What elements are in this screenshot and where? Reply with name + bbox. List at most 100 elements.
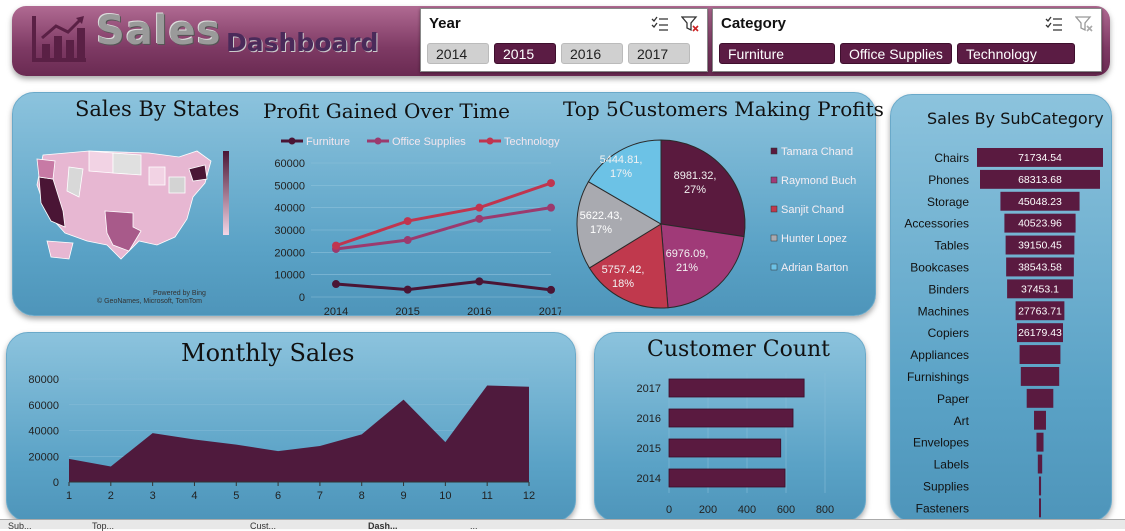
data-point[interactable] bbox=[547, 285, 555, 294]
data-point[interactable] bbox=[403, 236, 412, 245]
subcat-bar[interactable] bbox=[1039, 498, 1041, 518]
y-tick-label: 60000 bbox=[274, 158, 305, 170]
clear-filter-icon[interactable] bbox=[681, 15, 699, 33]
y-tick-label: 80000 bbox=[28, 374, 59, 386]
multi-select-icon[interactable] bbox=[651, 15, 669, 33]
x-tick-label: 1 bbox=[66, 490, 72, 502]
subcat-bar[interactable] bbox=[1020, 367, 1060, 386]
x-tick-label: 800 bbox=[816, 504, 834, 516]
clear-filter-icon[interactable] bbox=[1075, 15, 1093, 33]
x-tick-label: 10 bbox=[439, 490, 451, 502]
year-slicer-title: Year bbox=[429, 15, 461, 32]
subcat-bar-chart[interactable]: Chairs 71734.54 Phones 68313.68 Storage 45048… bbox=[891, 147, 1113, 519]
data-point[interactable] bbox=[547, 179, 555, 188]
slice-value-label: 5444.81, bbox=[600, 154, 643, 166]
y-tick-label: 2016 bbox=[637, 413, 661, 425]
count-bar[interactable] bbox=[668, 468, 786, 488]
slice-pct-label: 27% bbox=[684, 184, 706, 196]
legend-label: Furniture bbox=[306, 136, 350, 148]
data-point[interactable] bbox=[403, 217, 412, 226]
legend-marker bbox=[288, 137, 296, 145]
data-point[interactable] bbox=[403, 285, 412, 294]
series-line bbox=[335, 279, 552, 292]
customer-count-bar-chart[interactable]: 0 200 400 600 800 2017 2016 2015 2014 bbox=[595, 367, 865, 521]
subcat-bar[interactable] bbox=[1037, 454, 1043, 474]
us-state-map[interactable] bbox=[29, 141, 229, 301]
category-label: Envelopes bbox=[913, 436, 969, 450]
dashboard-title: Sales bbox=[96, 8, 222, 54]
top-panel: Sales By States Profit Gained Over Time … bbox=[12, 92, 884, 316]
slicer-item[interactable]: Office Supplies bbox=[840, 43, 952, 64]
count-bar[interactable] bbox=[668, 378, 805, 398]
data-point[interactable] bbox=[332, 280, 340, 289]
y-tick-label: 40000 bbox=[28, 426, 59, 438]
x-tick-label: 9 bbox=[400, 490, 406, 502]
data-point[interactable] bbox=[547, 203, 555, 212]
data-point[interactable] bbox=[475, 203, 484, 212]
category-slicer: Category Furniture Office Supplies Technol… bbox=[712, 8, 1102, 72]
count-bar[interactable] bbox=[668, 408, 794, 428]
bar-value-label: 40523.96 bbox=[1018, 218, 1062, 230]
pie-slice[interactable] bbox=[660, 223, 745, 309]
data-point[interactable] bbox=[332, 241, 340, 250]
data-point[interactable] bbox=[475, 214, 484, 223]
subcat-bar[interactable] bbox=[1019, 345, 1061, 364]
profit-line-chart[interactable]: 0 10000 20000 30000 40000 50000 60000 2014 2015 2… bbox=[261, 131, 561, 316]
category-label: Supplies bbox=[923, 479, 969, 493]
slicer-item[interactable]: Furniture bbox=[719, 43, 835, 64]
data-point[interactable] bbox=[475, 277, 484, 286]
sheet-tab-active[interactable]: Dash... bbox=[368, 521, 398, 531]
sheet-tab[interactable]: Cust... bbox=[250, 521, 276, 531]
count-panel: Customer Count 0 200 400 600 800 2017 2016 2015… bbox=[594, 332, 866, 522]
subcat-title: Sales By SubCategory bbox=[927, 109, 1104, 128]
series-line bbox=[335, 181, 552, 248]
x-tick-label: 8 bbox=[359, 490, 365, 502]
bar-value-label: 68313.68 bbox=[1018, 174, 1062, 186]
x-tick-label: 12 bbox=[523, 490, 535, 502]
category-label: Phones bbox=[928, 173, 969, 187]
sheet-tabs: Sub... Top... Cust... Dash... ... bbox=[0, 519, 1125, 531]
bar-value-label: 27763.71 bbox=[1018, 305, 1062, 317]
subcat-bar[interactable] bbox=[1038, 476, 1042, 496]
sheet-tab[interactable]: Top... bbox=[92, 521, 114, 531]
y-tick-label: 20000 bbox=[274, 247, 305, 259]
slice-value-label: 6976.09, bbox=[666, 248, 709, 260]
sheet-tab[interactable]: Sub... bbox=[8, 521, 32, 531]
legend-swatch bbox=[770, 147, 778, 155]
area-series[interactable] bbox=[69, 385, 529, 482]
y-tick-label: 0 bbox=[53, 477, 59, 489]
legend-label: Office Supplies bbox=[392, 136, 466, 148]
x-tick-label: 4 bbox=[191, 490, 197, 502]
dashboard-header: Sales Dashboard Year 2014 2015 2016 2017 Ca… bbox=[12, 6, 1110, 76]
count-bar[interactable] bbox=[668, 438, 782, 458]
sheet-tab[interactable]: ... bbox=[470, 521, 478, 531]
y-tick-label: 60000 bbox=[28, 400, 59, 412]
monthly-area-chart[interactable]: 0200004000060000800001 2 3 4 5 6 7 8 9 10 11 12 bbox=[7, 369, 567, 521]
multi-select-icon[interactable] bbox=[1045, 15, 1063, 33]
subcat-bar[interactable] bbox=[1036, 432, 1044, 452]
subcat-bar[interactable] bbox=[1034, 410, 1046, 430]
x-tick-label: 2014 bbox=[324, 306, 348, 316]
x-tick-label: 11 bbox=[481, 490, 492, 502]
x-tick-label: 400 bbox=[738, 504, 756, 516]
slicer-item[interactable]: 2014 bbox=[427, 43, 489, 64]
legend-label: Sanjit Chand bbox=[781, 204, 844, 216]
y-tick-label: 2015 bbox=[637, 443, 661, 455]
x-tick-label: 7 bbox=[317, 490, 323, 502]
slicer-item[interactable]: 2015 bbox=[494, 43, 556, 64]
subcat-bar[interactable] bbox=[1026, 388, 1054, 408]
customers-title: Top 5Customers Making Profits bbox=[563, 97, 884, 121]
slicer-item[interactable]: 2017 bbox=[628, 43, 690, 64]
slicer-item[interactable]: 2016 bbox=[561, 43, 623, 64]
legend-swatch bbox=[770, 263, 778, 271]
y-tick-label: 10000 bbox=[274, 270, 305, 282]
y-tick-label: 40000 bbox=[274, 203, 305, 215]
slicer-item[interactable]: Technology bbox=[957, 43, 1075, 64]
dashboard-subtitle: Dashboard bbox=[226, 28, 379, 57]
category-label: Labels bbox=[934, 458, 969, 472]
customers-pie-chart[interactable]: 8981.32, 27% Tamara Chand 6976.09, 21% Raymon… bbox=[567, 127, 867, 312]
map-title: Sales By States bbox=[75, 97, 240, 121]
y-tick-label: 0 bbox=[299, 292, 305, 304]
bar-value-label: 71734.54 bbox=[1018, 152, 1062, 164]
x-tick-label: 3 bbox=[150, 490, 156, 502]
